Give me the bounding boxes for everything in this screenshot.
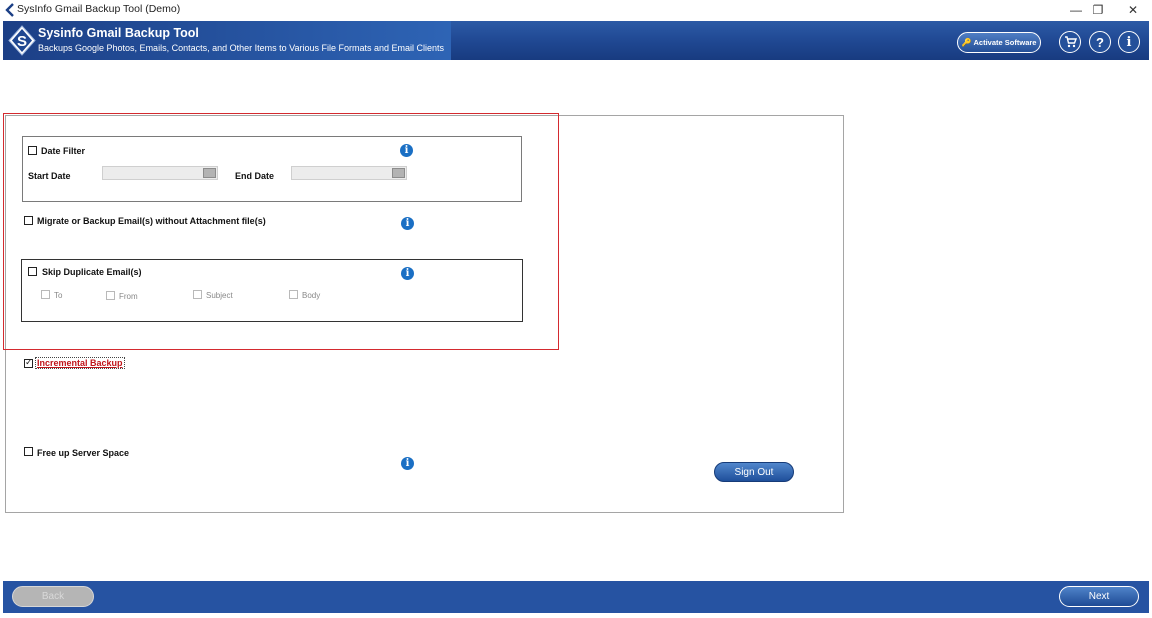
svg-text:S: S: [17, 33, 27, 50]
app-logo-icon: [5, 3, 14, 17]
activate-software-button[interactable]: 🔑 Activate Software: [957, 32, 1041, 53]
window-title: SysInfo Gmail Backup Tool (Demo): [17, 3, 181, 15]
sign-out-button[interactable]: Sign Out: [714, 462, 794, 482]
incremental-backup-checkbox[interactable]: [24, 357, 33, 368]
close-button[interactable]: ✕: [1115, 0, 1151, 20]
cart-button[interactable]: [1059, 31, 1081, 53]
free-up-space-label: Free up Server Space: [37, 448, 130, 458]
highlight-box: [3, 113, 559, 350]
back-button[interactable]: Back: [12, 586, 94, 607]
app-name: Sysinfo Gmail Backup Tool: [38, 26, 199, 40]
about-button[interactable]: i: [1118, 31, 1140, 53]
next-button[interactable]: Next: [1059, 586, 1139, 607]
cart-icon: [1064, 36, 1077, 48]
footer-bar: Back Next: [3, 581, 1149, 613]
restore-button[interactable]: ❐: [1080, 0, 1116, 20]
activate-label: Activate Software: [973, 38, 1037, 47]
help-icon: ?: [1096, 34, 1104, 50]
free-up-space-checkbox[interactable]: [24, 447, 33, 456]
app-window: SysInfo Gmail Backup Tool (Demo) — ❐ ✕ S…: [0, 0, 1152, 618]
sysinfo-logo-icon: S: [8, 25, 36, 56]
key-icon: 🔑: [961, 38, 972, 47]
header-banner: S Sysinfo Gmail Backup Tool Backups Goog…: [3, 21, 1149, 60]
free-up-space-info-icon[interactable]: i: [401, 457, 414, 470]
incremental-backup-label[interactable]: Incremental Backup: [35, 357, 125, 369]
app-subtitle: Backups Google Photos, Emails, Contacts,…: [38, 43, 445, 53]
help-button[interactable]: ?: [1089, 31, 1111, 53]
info-icon: i: [1126, 34, 1132, 50]
title-bar: SysInfo Gmail Backup Tool (Demo) — ❐ ✕: [0, 0, 1152, 20]
